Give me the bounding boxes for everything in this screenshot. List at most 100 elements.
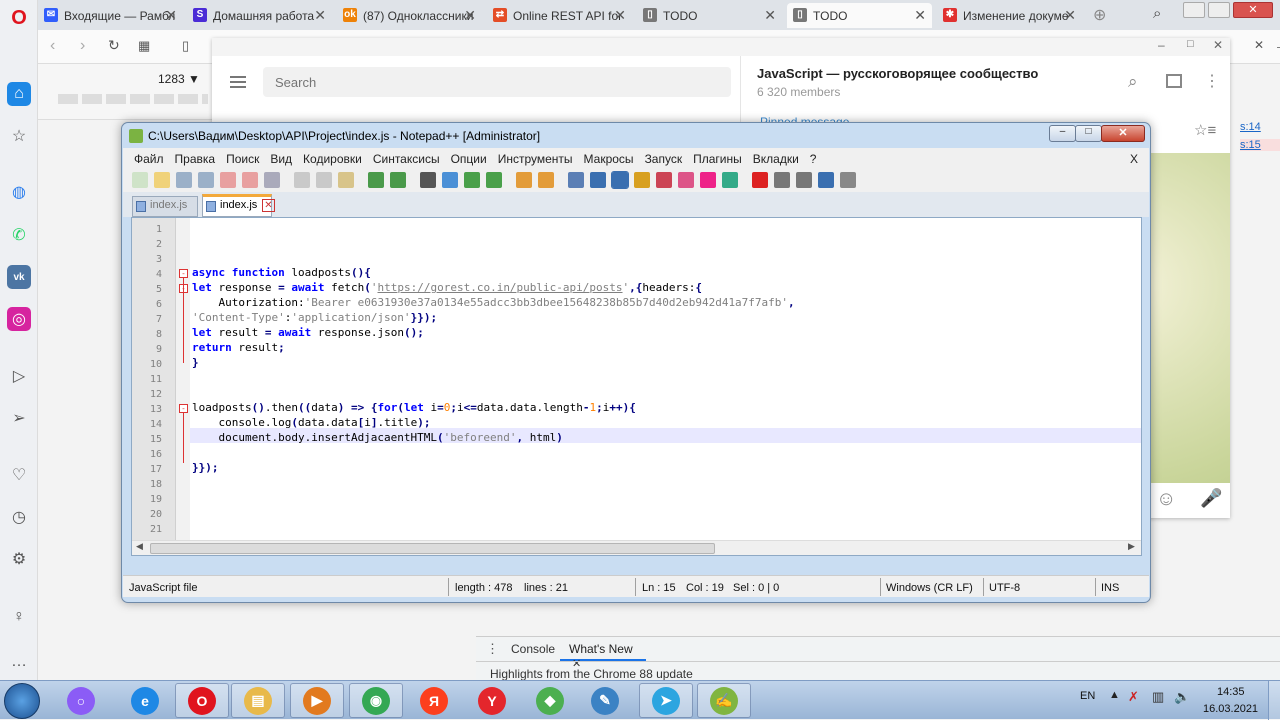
- code-line[interactable]: }});: [192, 460, 219, 475]
- run-multi-icon[interactable]: [818, 172, 834, 188]
- zoom-out-icon[interactable]: [486, 172, 502, 188]
- sidebar-toggle-icon[interactable]: [1166, 74, 1182, 88]
- code-line[interactable]: async function loadposts(){: [192, 265, 371, 280]
- browser-tab[interactable]: ✱ Изменение докуме ✕: [937, 3, 1082, 28]
- undo-icon[interactable]: [368, 172, 384, 188]
- h-scrollbar[interactable]: ◀ ▶: [132, 540, 1141, 555]
- speed-dial-icon[interactable]: ▦: [138, 38, 150, 54]
- close-tab-icon[interactable]: ✕: [165, 7, 177, 24]
- instagram-icon[interactable]: ◎: [7, 307, 31, 331]
- side-link-1[interactable]: s:14: [1240, 121, 1261, 133]
- redo-icon[interactable]: [390, 172, 406, 188]
- open-icon[interactable]: [154, 172, 170, 188]
- yandex-browser-taskbar-button[interactable]: Y: [465, 683, 519, 718]
- mic-icon[interactable]: 🎤: [1200, 488, 1222, 509]
- close-tab-icon[interactable]: ✕: [914, 7, 926, 24]
- close-tab-icon[interactable]: ✕: [614, 7, 626, 24]
- vk-icon[interactable]: vk: [7, 265, 31, 289]
- side-link-2[interactable]: s:15: [1240, 139, 1280, 151]
- emoji-icon[interactable]: ☺: [1156, 488, 1176, 511]
- scroll-right-icon[interactable]: ▶: [1128, 541, 1135, 552]
- code-line[interactable]: let response = await fetch('https://gore…: [192, 280, 702, 295]
- lang-indicator[interactable]: EN: [1080, 690, 1095, 702]
- star-list-icon[interactable]: ☆≡: [1194, 121, 1216, 139]
- yandex-taskbar-button[interactable]: Я: [407, 683, 461, 718]
- save-macro-icon[interactable]: [840, 172, 856, 188]
- close-tab-icon[interactable]: ✕: [262, 199, 275, 212]
- close-button[interactable]: ✕: [1101, 125, 1145, 142]
- cut-icon[interactable]: [294, 172, 310, 188]
- udl-icon[interactable]: [634, 172, 650, 188]
- close-tab-icon[interactable]: ✕: [464, 7, 476, 24]
- wrap-icon[interactable]: [568, 172, 584, 188]
- indent-guide-icon[interactable]: [611, 171, 629, 189]
- paint-taskbar-button[interactable]: ✎: [578, 683, 632, 718]
- close-window-icon[interactable]: ✕: [1233, 2, 1273, 18]
- minimize-icon[interactable]: –: [1158, 38, 1165, 52]
- show-all-icon[interactable]: [590, 172, 606, 188]
- back-icon[interactable]: ‹: [50, 37, 55, 55]
- menu-item[interactable]: Плагины: [693, 152, 742, 166]
- opera-logo-icon[interactable]: O: [7, 6, 31, 30]
- menu-item[interactable]: Вкладки: [753, 152, 799, 166]
- browser-tab[interactable]: ▯ TODO ✕: [787, 3, 932, 28]
- code-line[interactable]: }: [192, 355, 199, 370]
- code-line[interactable]: 'Content-Type':'application/json'}});: [192, 310, 437, 325]
- tips-icon[interactable]: ♀: [7, 605, 31, 629]
- fold-marker-4[interactable]: -: [179, 269, 188, 278]
- tab-console[interactable]: Console: [511, 642, 555, 656]
- start-button[interactable]: [4, 683, 40, 719]
- stop-icon[interactable]: [774, 172, 790, 188]
- network-icon[interactable]: ▥: [1152, 689, 1164, 705]
- more-vert-icon[interactable]: ⋮: [1204, 71, 1220, 91]
- new-icon[interactable]: [132, 172, 148, 188]
- sync-h-icon[interactable]: [538, 172, 554, 188]
- media-taskbar-button[interactable]: ▶: [290, 683, 344, 718]
- record-icon[interactable]: [752, 172, 768, 188]
- reload-icon[interactable]: ↻: [108, 37, 120, 54]
- pin-icon[interactable]: ⊥: [1276, 37, 1280, 51]
- tray-app-icon[interactable]: ✗: [1128, 689, 1139, 705]
- history-icon[interactable]: ◷: [7, 505, 31, 529]
- code-line[interactable]: document.body.insertAdjacaentHTML('befor…: [192, 430, 562, 445]
- close-icon[interactable]: [220, 172, 236, 188]
- browser-tab[interactable]: ok (87) Одноклассники ✕: [337, 3, 482, 28]
- menu-item[interactable]: Правка: [175, 152, 216, 166]
- maximize-icon[interactable]: □: [1187, 38, 1194, 50]
- close-tab-icon[interactable]: ✕: [1064, 7, 1076, 24]
- function-list-icon[interactable]: [678, 172, 694, 188]
- minimize-icon[interactable]: [1183, 2, 1205, 18]
- print-icon[interactable]: [264, 172, 280, 188]
- messenger-icon[interactable]: ◍: [7, 180, 31, 204]
- code-line[interactable]: console.log(data.data[i].title);: [192, 415, 430, 430]
- drawer-menu-icon[interactable]: ⋮: [486, 641, 499, 657]
- clock-time[interactable]: 14:35: [1217, 686, 1245, 698]
- ie-taskbar-button[interactable]: e: [118, 683, 172, 718]
- code-line[interactable]: let result = await response.json();: [192, 325, 424, 340]
- opera-taskbar-button[interactable]: O: [175, 683, 229, 718]
- paste-icon[interactable]: [338, 172, 354, 188]
- channel-title[interactable]: JavaScript — русскоговорящее сообщество: [757, 66, 1038, 81]
- find-icon[interactable]: [420, 172, 436, 188]
- folder-workspace-icon[interactable]: [700, 172, 716, 188]
- whatsapp-icon[interactable]: ✆: [7, 223, 31, 247]
- menu-item[interactable]: Инструменты: [498, 152, 573, 166]
- close-tab-icon[interactable]: ✕: [314, 7, 326, 24]
- explorer-taskbar-button[interactable]: ▤: [231, 683, 285, 718]
- browser-tab[interactable]: S Домашняя работа ✕: [187, 3, 332, 28]
- code-line[interactable]: return result;: [192, 340, 285, 355]
- heart-icon[interactable]: ♡: [7, 463, 31, 487]
- new-tab-icon[interactable]: ⊕: [1093, 5, 1106, 25]
- maximize-button[interactable]: □: [1075, 125, 1102, 142]
- code-line[interactable]: loadposts().then((data) => {for(let i=0;…: [192, 400, 636, 415]
- search-input[interactable]: [263, 67, 731, 97]
- telegram-taskbar-button[interactable]: ➤: [639, 683, 693, 718]
- minimize-button[interactable]: –: [1049, 125, 1076, 142]
- forward-icon[interactable]: ›: [80, 37, 85, 55]
- zoom-in-icon[interactable]: [464, 172, 480, 188]
- close-panel-icon[interactable]: ✕: [1254, 38, 1264, 52]
- search-tabs-icon[interactable]: ⌕: [1153, 5, 1161, 22]
- menu-item[interactable]: Поиск: [226, 152, 259, 166]
- clock-date[interactable]: 16.03.2021: [1203, 703, 1258, 715]
- git-taskbar-button[interactable]: ◆: [523, 683, 577, 718]
